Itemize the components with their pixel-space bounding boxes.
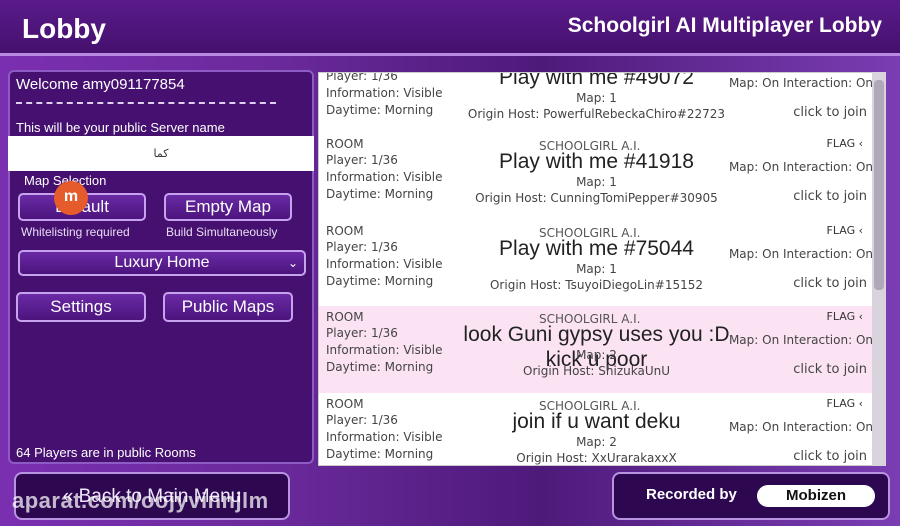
game-title: Schoolgirl AI Multiplayer Lobby — [567, 14, 882, 37]
welcome-text: Welcome amy091177854 — [16, 76, 185, 93]
room-card[interactable]: ROOM Player: 1/36 Information: Visible Dayt… — [319, 220, 873, 307]
join-link[interactable]: click to join — [793, 449, 867, 464]
players-count: 64 Players are in public Rooms — [16, 445, 196, 460]
room-map-number: Map: 1 — [576, 262, 617, 276]
room-host: Origin Host: XxUrarakaxxX — [516, 451, 677, 465]
room-host: Origin Host: CunningTomiPepper#30905 — [475, 191, 718, 205]
scrollbar-thumb[interactable] — [874, 80, 884, 290]
room-information: Information: Visible — [326, 257, 443, 271]
room-host: Origin Host: PowerfulRebeckaChiro#22723 — [467, 107, 726, 121]
room-information: Information: Visible — [326, 343, 443, 357]
room-map-info: Map: On Interaction: On — [728, 247, 873, 261]
room-host: Origin Host: ShizukaUnU — [523, 364, 670, 378]
room-player-count: Player: 1/36 — [326, 326, 398, 340]
recorder-logo: Mobizen — [757, 485, 875, 507]
settings-button[interactable]: Settings — [16, 292, 146, 322]
whitelisting-hint: Whitelisting required — [21, 225, 130, 239]
room-map-info: Map: On Interaction: On — [728, 160, 873, 174]
flag-button[interactable]: FLAG ‹ — [827, 137, 863, 150]
room-map-number: Map: 1 — [576, 175, 617, 189]
room-information: Information: Visible — [326, 170, 443, 184]
room-player-count: Player: 1/36 — [326, 413, 398, 427]
room-label: ROOM — [326, 310, 364, 324]
room-player-count: Player: 1/36 — [326, 72, 398, 83]
map-dropdown-value: Luxury Home — [114, 254, 210, 271]
recorded-by-label: Recorded by — [646, 486, 737, 503]
room-information: Information: Visible — [326, 86, 443, 100]
join-link[interactable]: click to join — [793, 189, 867, 204]
join-link[interactable]: click to join — [793, 362, 867, 377]
room-information: Information: Visible — [326, 430, 443, 444]
recorder-overlay-icon[interactable]: m — [54, 181, 88, 215]
map-dropdown[interactable]: Luxury Home ⌄ — [18, 250, 306, 276]
room-daytime: Daytime: Morning — [326, 360, 434, 374]
join-link[interactable]: click to join — [793, 105, 867, 120]
lobby-header: Lobby Schoolgirl AI Multiplayer Lobby — [0, 0, 900, 56]
room-map-info: Map: On Interaction: On — [728, 333, 873, 347]
divider — [16, 102, 276, 104]
room-card[interactable]: ROOM Player: 1/36 Information: Visible Dayt… — [319, 133, 873, 220]
room-name: join if u want deku — [512, 410, 681, 433]
watermark: aparat.com/oojyvinnjlm — [12, 488, 269, 513]
page-title: Lobby — [22, 13, 106, 44]
join-link[interactable]: click to join — [793, 276, 867, 291]
room-map-number: Map: 1 — [576, 91, 617, 105]
room-label: ROOM — [326, 397, 364, 411]
room-daytime: Daytime: Morning — [326, 274, 434, 288]
room-player-count: Player: 1/36 — [326, 240, 398, 254]
server-name-input[interactable] — [8, 136, 314, 171]
room-card[interactable]: ROOM Player: 1/36 Information: Visible Dayt… — [319, 393, 873, 465]
room-label: ROOM — [326, 224, 364, 238]
empty-map-button[interactable]: Empty Map — [164, 193, 292, 221]
flag-button[interactable]: FLAG ‹ — [827, 397, 863, 410]
server-name-label: This will be your public Server name — [16, 120, 225, 135]
room-name: Play with me #75044 — [499, 237, 694, 260]
chevron-down-icon: ⌄ — [287, 256, 298, 270]
room-map-info: Map: On Interaction: On — [728, 76, 873, 90]
room-daytime: Daytime: Morning — [326, 447, 434, 461]
room-label: ROOM — [326, 137, 364, 151]
room-player-count: Player: 1/36 — [326, 153, 398, 167]
flag-button[interactable]: FLAG ‹ — [827, 310, 863, 323]
room-card[interactable]: ROOM Player: 1/36 Information: Visible Dayt… — [319, 306, 873, 393]
room-map-number: Map: 2 — [576, 348, 617, 362]
room-name: Play with me #41918 — [499, 150, 694, 173]
public-maps-button[interactable]: Public Maps — [163, 292, 293, 322]
room-daytime: Daytime: Morning — [326, 103, 434, 117]
room-daytime: Daytime: Morning — [326, 187, 434, 201]
room-map-number: Map: 2 — [576, 435, 617, 449]
room-host: Origin Host: TsuyoiDiegoLin#15152 — [489, 278, 703, 292]
flag-button[interactable]: FLAG ‹ — [827, 224, 863, 237]
build-hint: Build Simultaneously — [166, 225, 278, 239]
room-map-info: Map: On Interaction: On — [728, 420, 873, 434]
room-name: Play with me #49072 — [499, 72, 694, 89]
room-list[interactable]: Player: 1/36 Information: Visible Daytime:… — [318, 72, 886, 466]
room-card[interactable]: Player: 1/36 Information: Visible Daytime:… — [319, 72, 873, 136]
